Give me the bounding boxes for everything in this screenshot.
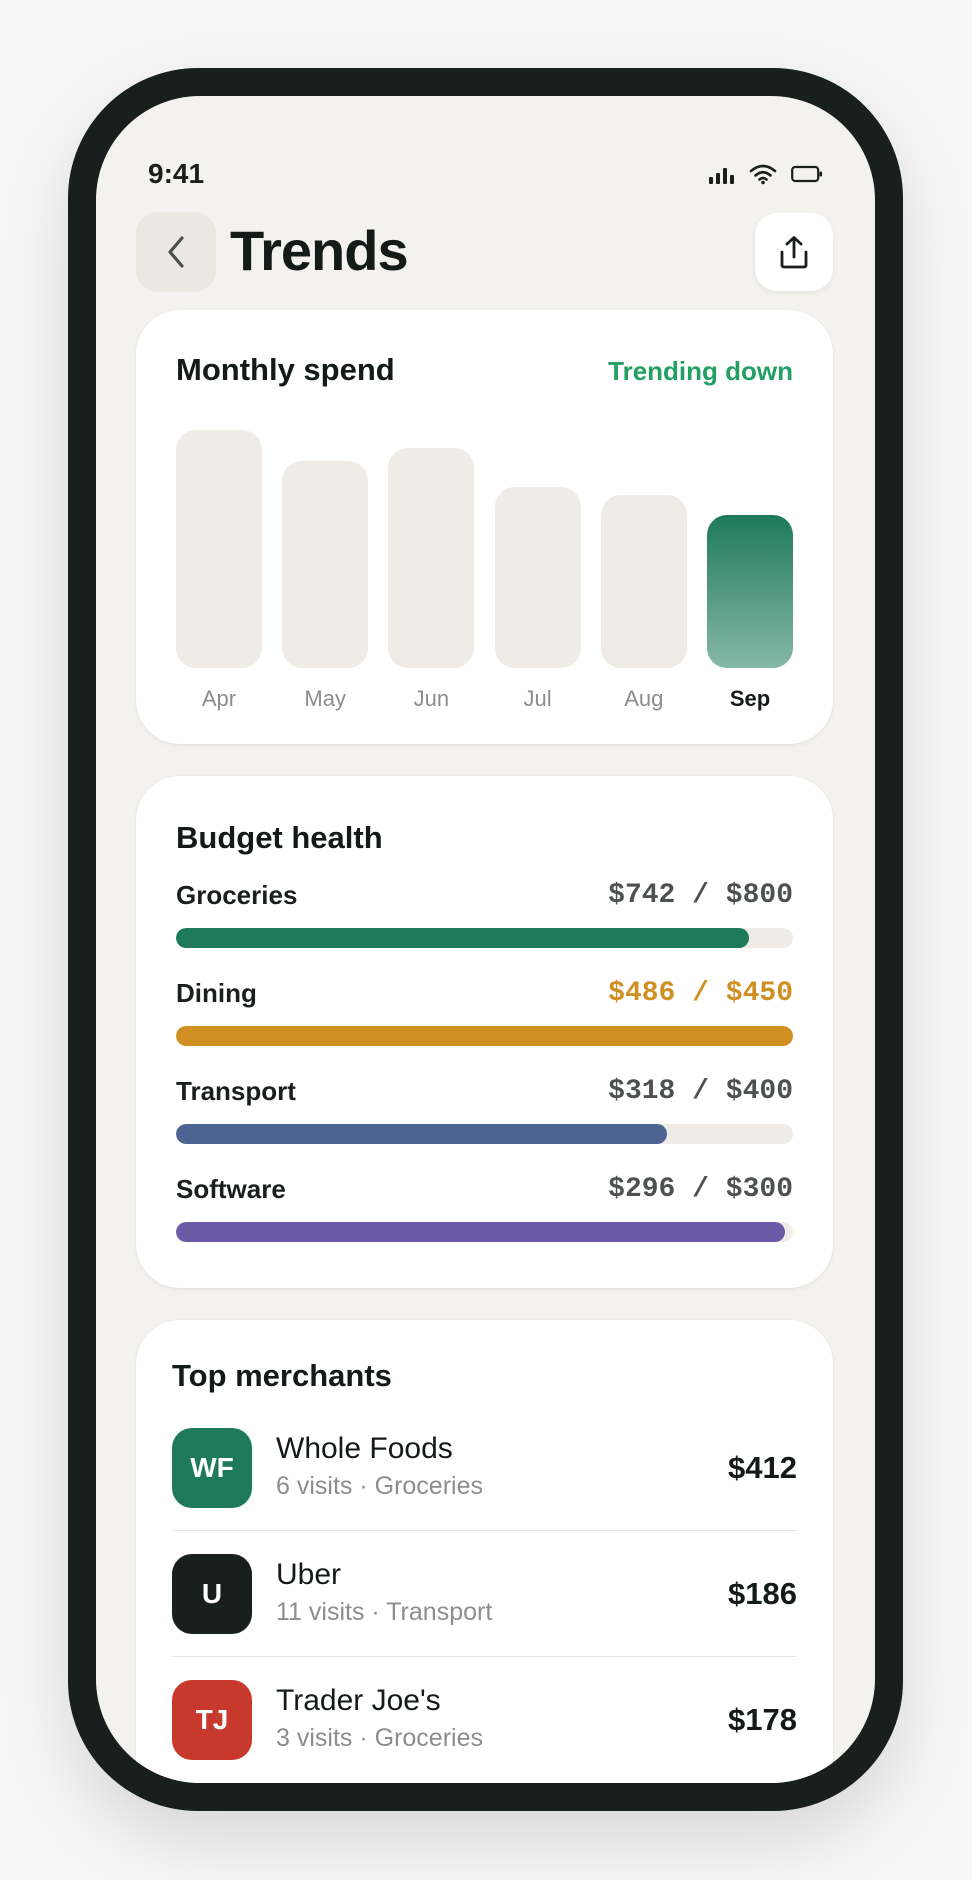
bar-may[interactable]	[282, 461, 369, 668]
budget-category-name: Dining	[176, 978, 257, 1008]
merchant-avatar: TJ	[172, 1680, 252, 1760]
bar-label-aug: Aug	[624, 686, 664, 711]
budget-row[interactable]: Software $296 / $300	[176, 1174, 793, 1254]
merchant-avatar: WF	[172, 1428, 252, 1508]
bar-aug[interactable]	[600, 494, 687, 668]
bar-label-jul: Jul	[523, 686, 552, 711]
budget-progress-track	[176, 1026, 793, 1046]
bar-label-apr: Apr	[201, 686, 237, 711]
budget-category-name: Transport	[176, 1076, 296, 1106]
share-button[interactable]	[755, 213, 833, 291]
page-title: Trends	[230, 219, 409, 282]
bar-label-sep: Sep	[729, 686, 771, 711]
monthly-bar-chart: Apr May Jun Jul Aug Sep	[176, 410, 793, 711]
budget-category-name: Groceries	[176, 880, 298, 910]
budget-progress-track	[176, 1222, 793, 1242]
share-icon	[780, 236, 808, 269]
budget-limit: $450	[725, 978, 793, 1009]
budget-progress-fill	[176, 1124, 667, 1144]
top-merchants-card: Top merchants WF Whole Foods 6 visits · …	[136, 1320, 833, 1783]
budget-spent: $296	[608, 1174, 676, 1205]
budget-amount: $742 / $800	[608, 880, 793, 911]
merchant-name: Whole Foods	[276, 1432, 453, 1465]
merchant-meta: 6 visits · Groceries	[276, 1472, 483, 1500]
bar-apr[interactable]	[176, 430, 262, 668]
budget-category-name: Software	[176, 1174, 286, 1204]
bar-label-may: May	[304, 686, 346, 711]
merchant-meta: 11 visits · Transport	[276, 1598, 493, 1626]
budget-health-card: Budget health Groceries $742 / $800 Dini…	[136, 776, 833, 1288]
merchant-row[interactable]: WF Whole Foods 6 visits · Groceries $412	[172, 1428, 797, 1554]
merchant-avatar: U	[172, 1554, 252, 1634]
budget-amount: $486 / $450	[608, 978, 793, 1009]
monthly-spend-card: Monthly spend Trending down Apr May Jun Jul…	[136, 310, 833, 744]
app-screen: 9:41 Trends Monthly spend Trending down …	[96, 96, 875, 1783]
signal-icon	[709, 168, 734, 184]
merchant-amount: $412	[728, 1450, 797, 1485]
divider	[172, 1656, 797, 1657]
budget-progress-fill	[176, 1026, 793, 1046]
merchant-row[interactable]: U Uber 11 visits · Transport $186	[172, 1554, 797, 1680]
budget-amount: $296 / $300	[608, 1174, 793, 1205]
top-merchants-title: Top merchants	[172, 1358, 392, 1393]
merchant-row[interactable]: TJ Trader Joe's 3 visits · Groceries $17…	[172, 1680, 797, 1783]
merchant-name: Trader Joe's	[276, 1684, 441, 1717]
wifi-icon	[749, 164, 777, 185]
merchant-meta: 3 visits · Groceries	[276, 1724, 483, 1752]
budget-spent: $742	[608, 880, 676, 911]
budget-limit: $300	[725, 1174, 793, 1205]
monthly-spend-title: Monthly spend	[176, 352, 395, 387]
divider	[172, 1530, 797, 1531]
budget-row[interactable]: Transport $318 / $400	[176, 1076, 793, 1156]
merchant-amount: $186	[728, 1576, 797, 1611]
device-frame: 9:41 Trends Monthly spend Trending down …	[68, 68, 903, 1811]
bar-sep[interactable]	[707, 515, 793, 668]
chevron-left-icon	[168, 236, 184, 268]
back-button[interactable]	[136, 212, 216, 292]
budget-row[interactable]: Dining $486 / $450	[176, 978, 793, 1058]
bar-jun[interactable]	[388, 448, 475, 668]
trend-badge: Trending down	[608, 356, 793, 386]
budget-limit: $800	[725, 880, 793, 911]
budget-progress-track	[176, 928, 793, 948]
budget-amount: $318 / $400	[608, 1076, 793, 1107]
merchant-name: Uber	[276, 1558, 342, 1591]
status-time: 9:41	[148, 158, 205, 189]
budget-progress-fill	[176, 928, 749, 948]
budget-health-title: Budget health	[176, 820, 383, 855]
budget-spent: $486	[608, 978, 676, 1009]
bar-label-jun: Jun	[413, 686, 450, 711]
budget-progress-fill	[176, 1222, 785, 1242]
merchant-amount: $178	[728, 1702, 797, 1737]
bar-jul[interactable]	[494, 486, 581, 668]
budget-spent: $318	[608, 1076, 676, 1107]
status-icons	[709, 162, 823, 186]
budget-progress-track	[176, 1124, 793, 1144]
battery-icon	[791, 165, 823, 183]
budget-row[interactable]: Groceries $742 / $800	[176, 880, 793, 960]
budget-limit: $400	[725, 1076, 793, 1107]
